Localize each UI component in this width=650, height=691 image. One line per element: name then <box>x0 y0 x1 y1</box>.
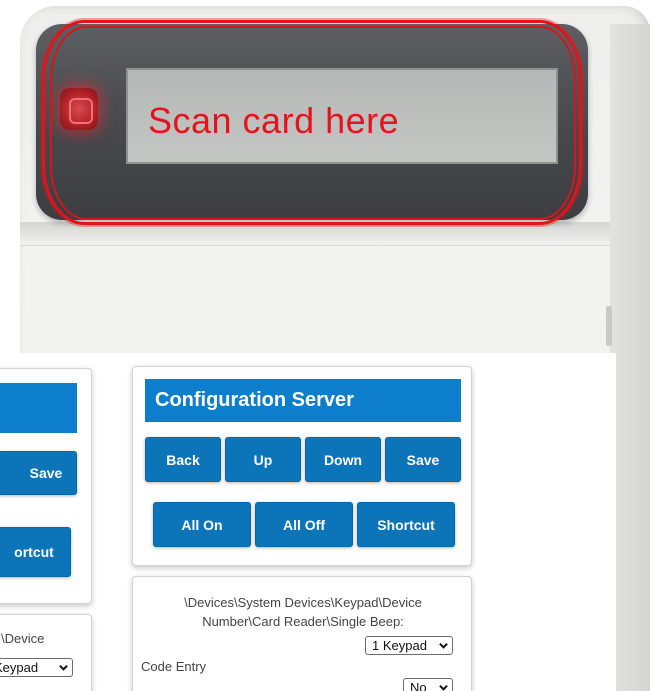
left-select-fragment[interactable]: Keypad <box>0 658 73 677</box>
keypad-side-notch <box>606 306 612 346</box>
keypad-side-edge <box>610 24 650 691</box>
down-button[interactable]: Down <box>305 437 381 482</box>
left-config-card-bottom: \Device Keypad <box>0 614 92 691</box>
all-on-button[interactable]: All On <box>153 502 251 547</box>
save-label: Save <box>406 451 440 468</box>
shortcut-label: Shortcut <box>377 516 435 533</box>
keypad-panel-seam <box>20 222 610 246</box>
code-entry-value: No <box>410 680 427 691</box>
save-button[interactable]: Save <box>385 437 461 482</box>
left-save-button[interactable]: Save <box>0 451 77 495</box>
left-shortcut-button[interactable]: ortcut <box>0 527 71 577</box>
up-label: Up <box>253 451 273 468</box>
left-config-card-top: Save ortcut <box>0 368 92 604</box>
chevron-down-icon <box>59 664 68 671</box>
single-beep-value: 1 Keypad <box>372 638 427 653</box>
code-entry-select[interactable]: No <box>403 678 453 691</box>
single-beep-select[interactable]: 1 Keypad <box>365 636 453 655</box>
all-off-button[interactable]: All Off <box>255 502 353 547</box>
setting-path-label: \Devices\System Devices\Keypad\Device Nu… <box>184 595 422 629</box>
back-label: Back <box>166 451 200 468</box>
back-button[interactable]: Back <box>145 437 221 482</box>
left-title-bar <box>0 383 77 433</box>
config-settings-card: \Devices\System Devices\Keypad\Device Nu… <box>132 576 472 691</box>
left-save-label: Save <box>29 465 63 481</box>
left-select-value: Keypad <box>0 660 39 675</box>
highlight-outline-inner <box>50 26 576 220</box>
chevron-down-icon <box>439 642 448 649</box>
left-path-fragment: \Device <box>1 631 45 646</box>
left-shortcut-label: ortcut <box>14 544 54 560</box>
config-server-card: Configuration Server Back Up Down Save A… <box>132 366 472 566</box>
down-label: Down <box>323 451 363 468</box>
shortcut-button[interactable]: Shortcut <box>357 502 455 547</box>
chevron-down-icon <box>439 684 448 691</box>
all-off-label: All Off <box>283 516 325 533</box>
config-server-title: Configuration Server <box>145 379 461 422</box>
up-button[interactable]: Up <box>225 437 301 482</box>
code-entry-label: Code Entry <box>141 659 207 674</box>
all-on-label: All On <box>181 516 223 533</box>
